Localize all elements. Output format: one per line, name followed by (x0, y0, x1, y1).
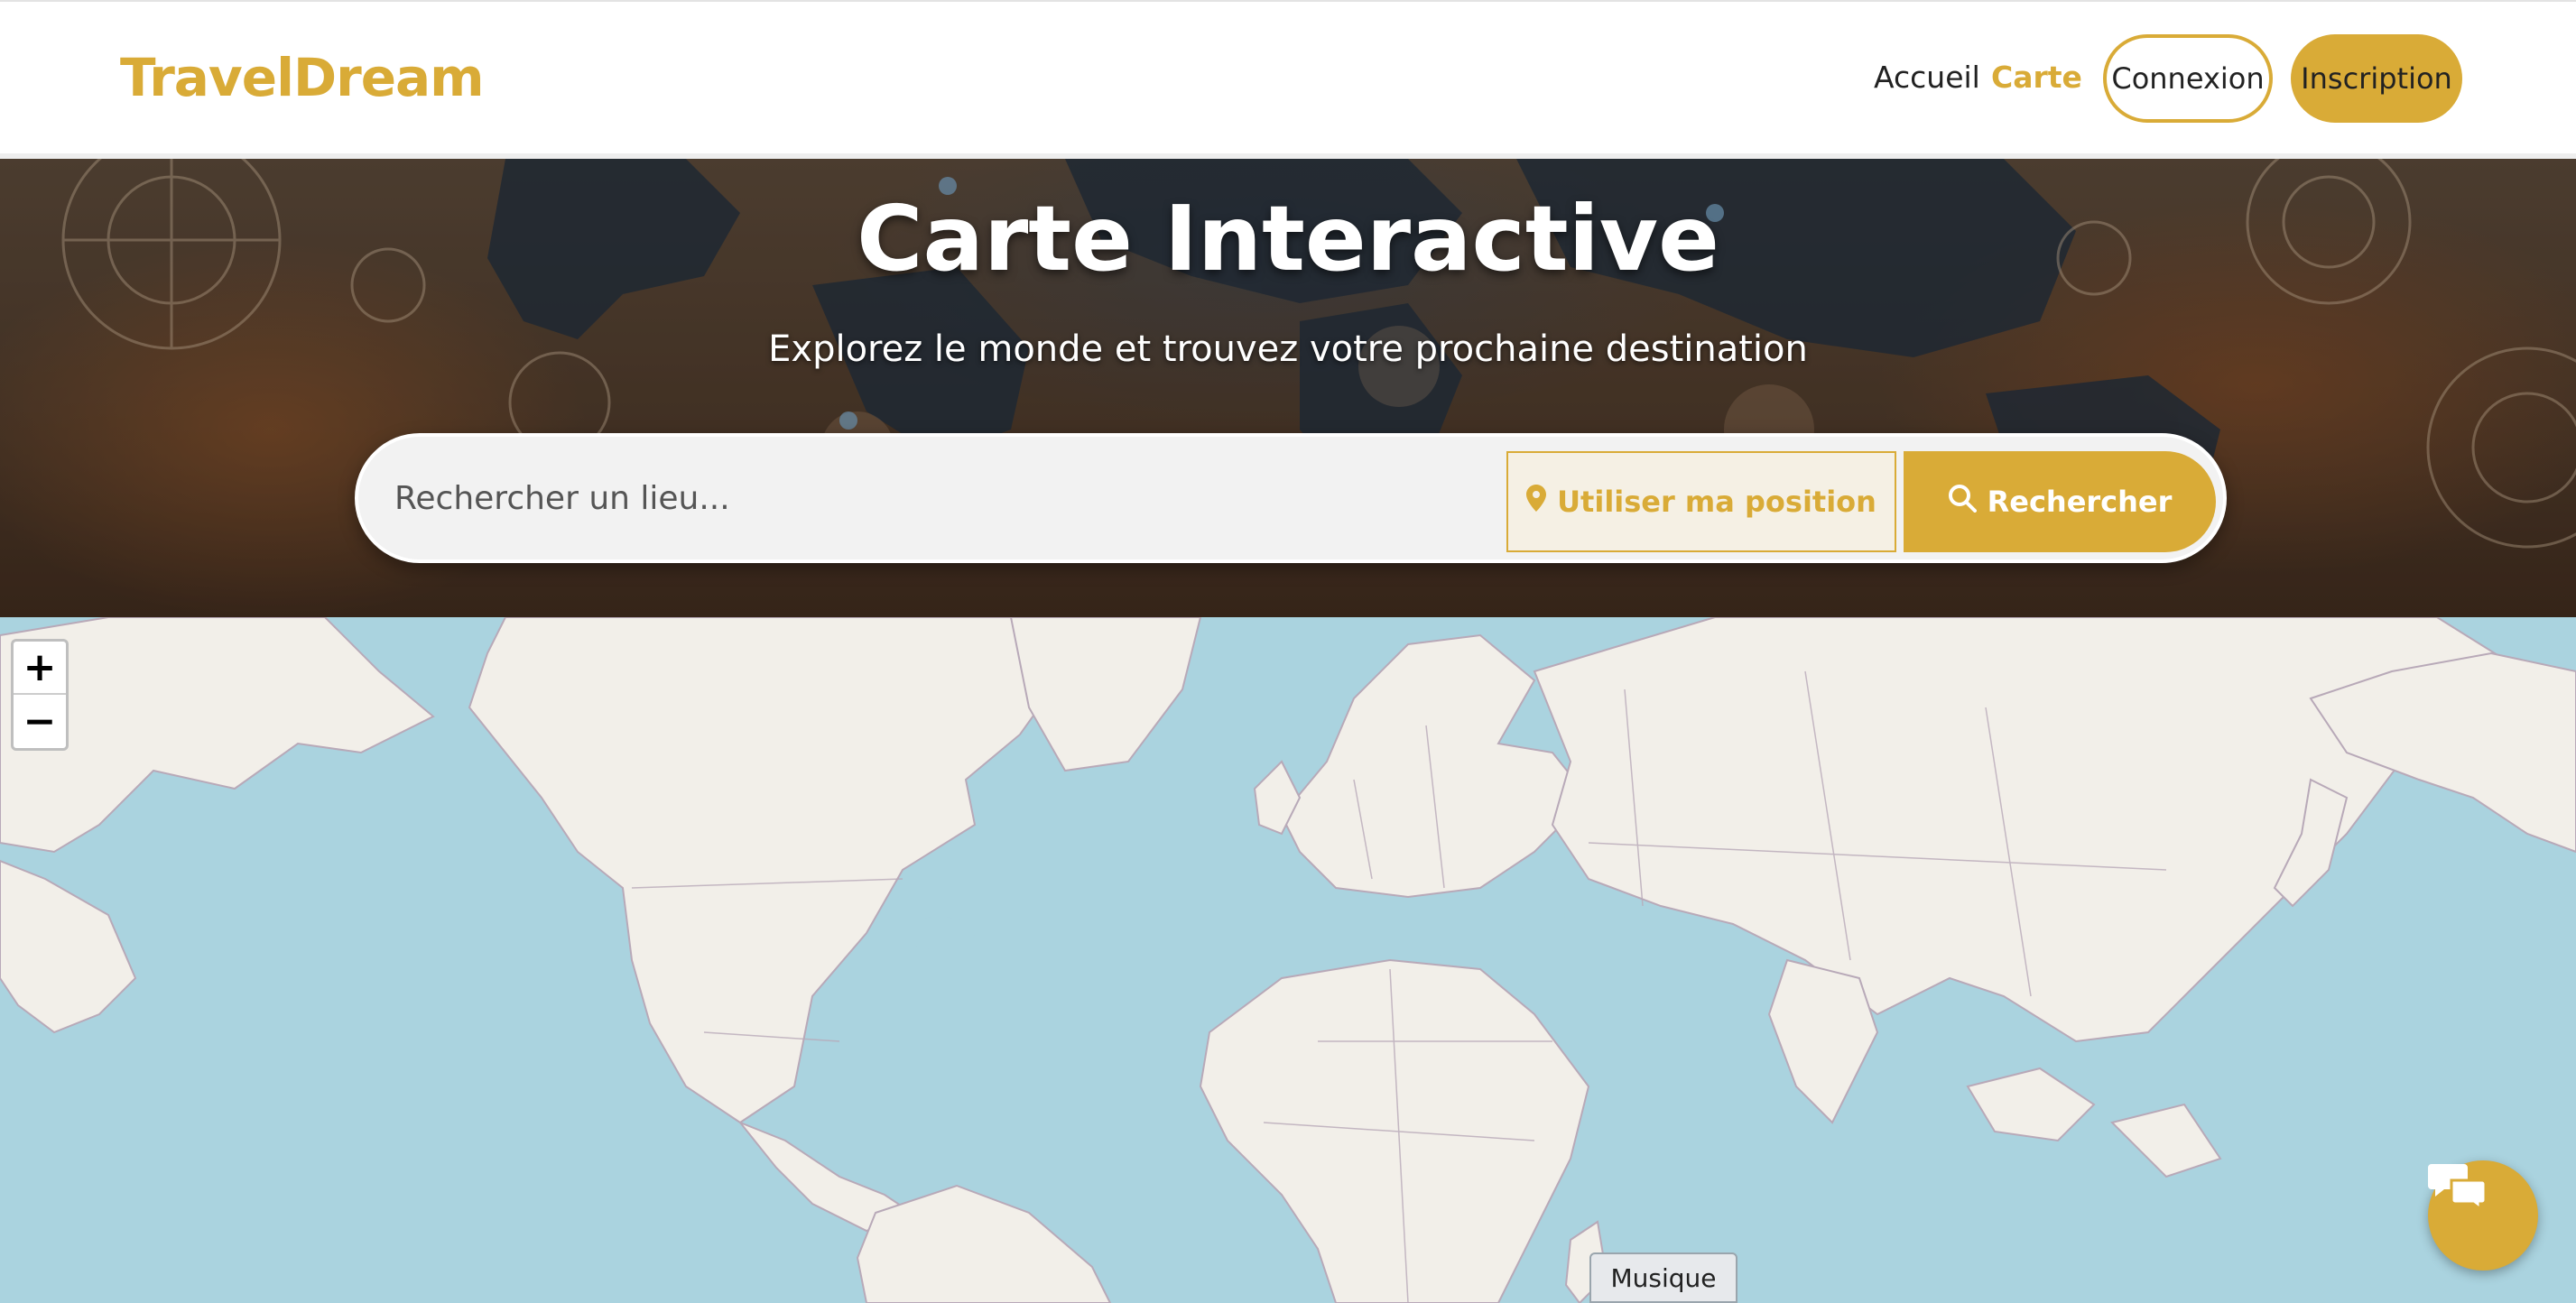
search-input[interactable] (394, 462, 1478, 534)
search-button[interactable]: Rechercher (1904, 451, 2216, 552)
brand-logo[interactable]: TravelDream (120, 47, 485, 108)
map-tiles (0, 617, 2576, 1303)
page-subtitle: Explorez le monde et trouvez votre proch… (768, 328, 1808, 370)
chat-button[interactable] (2428, 1160, 2538, 1271)
signup-button[interactable]: Inscription (2291, 34, 2462, 123)
nav-link-carte[interactable]: Carte (1991, 60, 2082, 95)
navbar: TravelDream Accueil Carte Connexion Insc… (0, 0, 2576, 159)
page-title: Carte Interactive (857, 186, 1719, 291)
search-bar: Utiliser ma position Rechercher (355, 433, 2227, 563)
use-location-button[interactable]: Utiliser ma position (1506, 451, 1896, 552)
world-map[interactable]: + − Musique (0, 617, 2576, 1303)
login-button[interactable]: Connexion (2103, 34, 2273, 123)
search-button-label: Rechercher (1987, 485, 2173, 519)
nav-link-accueil[interactable]: Accueil (1874, 60, 1980, 95)
zoom-control: + − (11, 639, 69, 751)
search-icon (1948, 484, 1977, 520)
use-location-label: Utiliser ma position (1557, 485, 1876, 519)
zoom-out-button[interactable]: − (14, 695, 66, 748)
hero-banner: Carte Interactive Explorez le monde et t… (0, 159, 2576, 617)
zoom-in-button[interactable]: + (14, 642, 66, 695)
map-marker-icon (1526, 485, 1547, 519)
category-tag-musique[interactable]: Musique (1589, 1252, 1737, 1303)
